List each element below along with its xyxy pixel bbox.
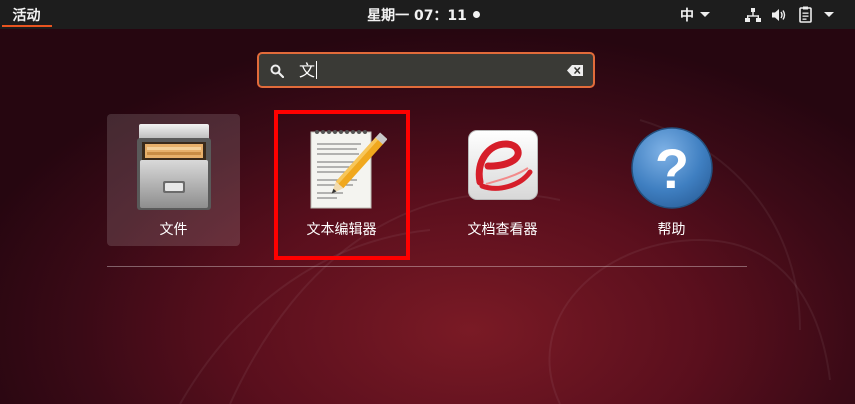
app-help[interactable]: ? 帮助 [605, 114, 738, 246]
app-files[interactable]: 文件 [107, 114, 240, 246]
volume-icon [772, 8, 786, 21]
search-box[interactable]: 文 [257, 52, 595, 88]
clear-icon[interactable] [567, 65, 583, 76]
app-label: 文档查看器 [467, 222, 538, 238]
clock-button[interactable]: 星期一 07：11 [367, 5, 480, 25]
system-tray[interactable] [745, 0, 850, 29]
top-bar: 活动 星期一 07：11 中 [0, 0, 855, 29]
document-viewer-icon [467, 130, 538, 200]
activities-indicator [2, 25, 52, 27]
app-label: 文件 [159, 222, 188, 238]
notification-dot-icon [472, 11, 480, 18]
network-icon [745, 7, 761, 22]
highlight-box [274, 110, 410, 260]
search-icon [270, 64, 284, 78]
svg-text:?: ? [654, 137, 688, 200]
activities-label: 活动 [12, 7, 41, 24]
app-label: 帮助 [657, 222, 686, 238]
text-caret [316, 61, 318, 79]
clock-text: 星期一 07：11 [367, 7, 467, 24]
search-input-text: 文 [299, 61, 316, 80]
file-cabinet-icon [136, 124, 211, 210]
input-method-button[interactable]: 中 [680, 0, 720, 29]
chevron-down-icon [700, 12, 710, 17]
system-menu-arrow-icon [824, 12, 834, 17]
clock-area: 星期一 07：11 [0, 0, 855, 29]
search-input[interactable]: 文 [299, 60, 318, 82]
separator [107, 266, 747, 267]
help-icon: ? [630, 127, 713, 209]
app-document-viewer[interactable]: 文档查看器 [436, 114, 569, 246]
input-method-label: 中 [680, 7, 694, 24]
clipboard-icon [799, 6, 812, 23]
